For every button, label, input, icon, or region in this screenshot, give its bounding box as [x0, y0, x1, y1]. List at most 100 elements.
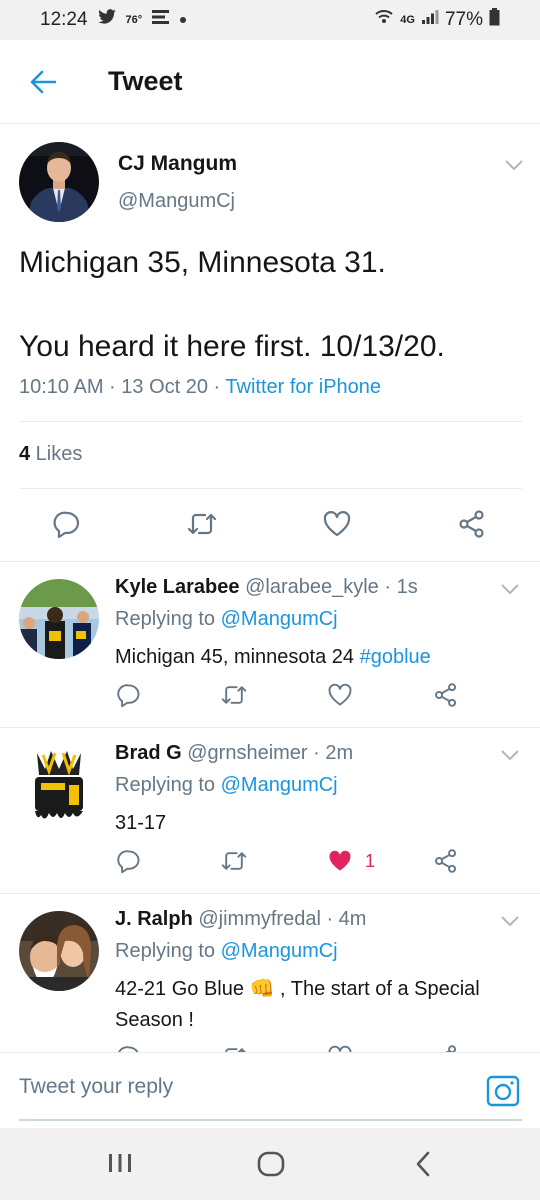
- share-icon: [459, 510, 484, 538]
- author-handle[interactable]: @MangumCj: [118, 190, 235, 213]
- camera-icon: [486, 1075, 520, 1107]
- heart-filled-icon: [329, 850, 351, 871]
- likes-count[interactable]: 4 Likes: [19, 443, 82, 466]
- reply-author-handle[interactable]: @grnsheimer: [187, 742, 307, 764]
- chevron-left-icon: [416, 1151, 430, 1177]
- signal-icon: [421, 9, 439, 31]
- retweet-icon: [221, 852, 247, 870]
- reply-icon: [117, 850, 140, 874]
- reply-age: · 4m: [320, 908, 367, 930]
- retweet-icon: [221, 686, 247, 704]
- reply-body: Michigan 45, minnesota 24: [115, 646, 360, 668]
- status-network: 4G: [400, 14, 415, 26]
- reply-age: · 2m: [307, 742, 354, 764]
- like-button[interactable]: [327, 682, 353, 708]
- home-icon: [257, 1151, 285, 1177]
- reply-tweet[interactable]: Kyle Larabee @larabee_kyle · 1s Replying…: [0, 562, 540, 728]
- like-button[interactable]: [327, 1044, 353, 1052]
- reply-tweet[interactable]: Brad G @grnsheimer · 2m Replying to @Man…: [0, 728, 540, 894]
- heart-icon: [328, 683, 352, 706]
- likes-number: 4: [19, 443, 31, 465]
- reply-input[interactable]: Tweet your reply: [19, 1075, 173, 1099]
- chevron-down-icon[interactable]: [503, 158, 525, 172]
- avatar[interactable]: [19, 579, 99, 659]
- twitter-icon: [97, 9, 117, 31]
- status-bar: 12:24 76° 4G 77%: [0, 0, 540, 40]
- main-tweet: CJ Mangum @MangumCj Michigan 35, Minneso…: [0, 124, 540, 562]
- hashtag-link[interactable]: #goblue: [360, 646, 431, 668]
- replying-label: Replying to: [115, 940, 221, 962]
- avatar[interactable]: [19, 142, 99, 222]
- reply-header: J. Ralph @jimmyfredal · 4m: [115, 908, 366, 931]
- share-button[interactable]: [433, 682, 459, 708]
- tweet-text: Michigan 35, Minnesota 31. You heard it …: [19, 246, 445, 363]
- reply-button[interactable]: [116, 1044, 142, 1052]
- status-battery: 77%: [444, 9, 483, 30]
- reply-age: · 1s: [378, 576, 418, 598]
- espn-icon: [151, 9, 171, 31]
- reply-author-handle[interactable]: @jimmyfredal: [198, 908, 321, 930]
- status-time: 12:24: [40, 9, 88, 30]
- camera-button[interactable]: [486, 1075, 520, 1112]
- reply-author-name[interactable]: J. Ralph: [115, 908, 193, 930]
- chevron-down-icon[interactable]: [499, 582, 521, 596]
- retweet-icon: [187, 513, 217, 535]
- home-button[interactable]: [256, 1150, 286, 1183]
- retweet-icon: [225, 1048, 246, 1052]
- reply-text: 31-17: [115, 812, 167, 834]
- status-temp: 76°: [125, 14, 143, 26]
- share-icon: [445, 1045, 457, 1052]
- retweet-button[interactable]: [220, 682, 248, 708]
- reply-icon: [53, 511, 80, 539]
- replying-label: Replying to: [115, 608, 221, 630]
- chevron-down-icon[interactable]: [499, 914, 521, 928]
- reply-button[interactable]: [116, 682, 142, 708]
- like-button[interactable]: 1: [327, 848, 375, 874]
- back-nav-button[interactable]: [410, 1150, 436, 1183]
- avatar[interactable]: [19, 911, 99, 991]
- reply-text: Michigan 45, minnesota 24 #goblue: [115, 642, 525, 673]
- avatar[interactable]: [19, 745, 99, 825]
- likes-label: Likes: [30, 443, 83, 465]
- reply-author-handle[interactable]: @larabee_kyle: [245, 576, 379, 598]
- heart-icon: [323, 511, 351, 537]
- chevron-down-icon[interactable]: [499, 748, 521, 762]
- reply-button[interactable]: [116, 848, 142, 874]
- wifi-icon: [374, 8, 394, 32]
- divider: [19, 488, 522, 489]
- dot-icon: [180, 17, 187, 23]
- retweet-button[interactable]: [186, 509, 218, 539]
- recent-apps-icon: [109, 1154, 131, 1172]
- replying-to-link[interactable]: @MangumCj: [221, 608, 338, 630]
- replying-to: Replying to @MangumCj: [115, 608, 338, 631]
- reply-author-name[interactable]: Brad G: [115, 742, 182, 764]
- system-nav-bar: [0, 1128, 540, 1200]
- reply-icon: [117, 684, 140, 708]
- like-button[interactable]: [322, 509, 352, 539]
- reply-header: Brad G @grnsheimer · 2m: [115, 742, 353, 765]
- replying-to-link[interactable]: @MangumCj: [221, 774, 338, 796]
- author-name[interactable]: CJ Mangum: [118, 152, 237, 176]
- reply-button[interactable]: [52, 509, 82, 539]
- heart-icon: [328, 1045, 352, 1052]
- recent-apps-button[interactable]: [106, 1150, 134, 1181]
- battery-icon: [489, 8, 500, 32]
- back-button[interactable]: [16, 55, 70, 109]
- retweet-button[interactable]: [220, 848, 248, 874]
- replying-to: Replying to @MangumCj: [115, 774, 338, 797]
- fist-emoji: 👊: [249, 978, 275, 1000]
- replying-label: Replying to: [115, 774, 221, 796]
- replying-to-link[interactable]: @MangumCj: [221, 940, 338, 962]
- reply-body: 42-21 Go Blue: [115, 978, 250, 1000]
- reply-composer: Tweet your reply: [0, 1052, 540, 1128]
- share-button[interactable]: [433, 848, 459, 874]
- share-button[interactable]: [457, 509, 487, 539]
- divider: [19, 421, 522, 422]
- page-title: Tweet: [108, 66, 183, 96]
- tweet-source-link[interactable]: Twitter for iPhone: [225, 376, 381, 398]
- tweet-timestamp: 10:10 AM · 13 Oct 20 ·: [19, 376, 226, 398]
- reply-tweet[interactable]: J. Ralph @jimmyfredal · 4m Replying to @…: [0, 894, 540, 1052]
- reply-author-name[interactable]: Kyle Larabee: [115, 576, 240, 598]
- share-button[interactable]: [433, 1044, 459, 1052]
- retweet-button[interactable]: [220, 1044, 248, 1052]
